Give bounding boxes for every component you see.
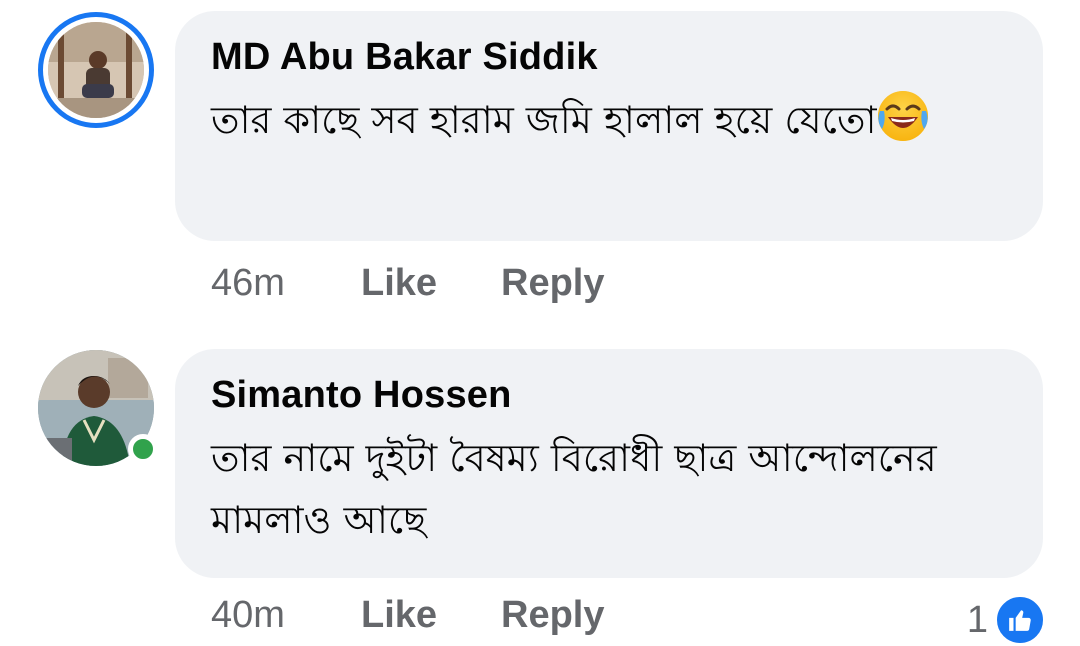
like-reaction-icon — [994, 594, 1046, 646]
comment-actions: 40m Like Reply — [211, 594, 604, 637]
comment-actions: 46m Like Reply — [211, 262, 604, 305]
avatar[interactable] — [38, 12, 154, 128]
reaction-count: 1 — [966, 598, 988, 641]
avatar[interactable] — [38, 350, 158, 466]
online-status-dot — [128, 434, 158, 464]
comment-timestamp[interactable]: 40m — [211, 594, 361, 637]
avatar-photo — [48, 22, 144, 118]
reply-button[interactable]: Reply — [501, 262, 604, 305]
reaction-summary[interactable]: 1 — [967, 594, 1046, 646]
comment-author[interactable]: Simanto Hossen — [211, 371, 1007, 419]
reply-button[interactable]: Reply — [501, 594, 604, 637]
comment-item: Simanto Hossen তার নামে দুইটা বৈষম্য বির… — [0, 330, 1080, 646]
like-button[interactable]: Like — [361, 262, 501, 305]
comment-bubble: MD Abu Bakar Siddik তার কাছে সব হারাম জম… — [175, 11, 1043, 241]
like-button[interactable]: Like — [361, 594, 501, 637]
comment-text-body: তার কাছে সব হারাম জমি হালাল হয়ে যেতো — [211, 98, 877, 142]
comment-bubble: Simanto Hossen তার নামে দুইটা বৈষম্য বির… — [175, 349, 1043, 578]
face-with-tears-of-joy-icon — [876, 89, 930, 143]
comment-author[interactable]: MD Abu Bakar Siddik — [211, 33, 1007, 81]
comment-text: তার নামে দুইটা বৈষম্য বিরোধী ছাত্র আন্দো… — [211, 436, 937, 542]
comment-timestamp[interactable]: 46m — [211, 262, 361, 305]
comment-text: তার কাছে সব হারাম জমি হালাল হয়ে যেতো — [211, 89, 991, 151]
comment-item: MD Abu Bakar Siddik তার কাছে সব হারাম জম… — [0, 0, 1080, 330]
